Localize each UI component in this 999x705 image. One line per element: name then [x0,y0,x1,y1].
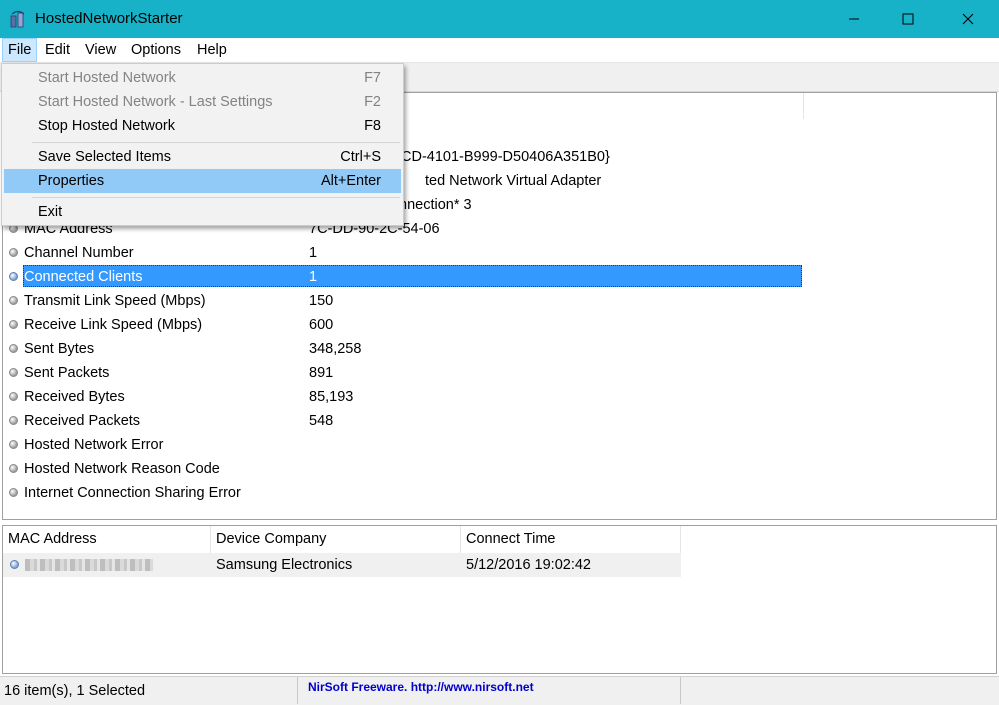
bullet-icon [9,344,18,353]
column-header-time[interactable]: Connect Time [461,526,681,553]
menu-separator [32,142,400,143]
bullet-icon [9,416,18,425]
app-icon [10,10,25,28]
bullet-icon [9,440,18,449]
property-name: Received Packets [24,413,141,429]
maximize-button[interactable] [881,0,935,38]
menu-item-save-selected[interactable]: Save Selected Items Ctrl+S [4,145,401,169]
menu-edit[interactable]: Edit [40,38,75,62]
menu-item-shortcut: F7 [364,70,381,86]
menu-item-start-hosted-network[interactable]: Start Hosted Network F7 [4,66,401,90]
property-value-partial: nnection* 3 [399,197,472,213]
property-row[interactable]: Hosted Network Error [3,433,995,457]
maximize-icon [902,13,914,25]
bullet-icon [9,464,18,473]
minimize-button[interactable] [827,0,881,38]
menu-bar: File Edit View Options Help [0,38,999,63]
property-value: 600 [309,317,334,333]
property-name: Connected Clients [24,269,143,285]
client-connect-time: 5/12/2016 19:02:42 [466,557,591,573]
menu-item-shortcut: Alt+Enter [320,173,381,189]
bullet-icon [9,320,18,329]
property-name: Channel Number [24,245,134,261]
bullet-icon [9,296,18,305]
menu-item-label: Start Hosted Network [38,70,176,86]
nirsoft-link[interactable]: NirSoft Freeware. http://www.nirsoft.net [308,677,534,697]
property-row[interactable]: Transmit Link Speed (Mbps) 150 [3,289,995,313]
menu-item-shortcut: Ctrl+S [340,149,381,165]
property-row[interactable]: Internet Connection Sharing Error [3,481,995,505]
client-company: Samsung Electronics [216,557,353,573]
menu-item-label: Start Hosted Network - Last Settings [38,94,273,110]
property-value-partial: ted Network Virtual Adapter [425,173,602,189]
property-value: 548 [309,413,334,429]
status-item-count: 16 item(s), 1 Selected [0,677,298,704]
menu-item-label: Stop Hosted Network [38,118,176,134]
property-row[interactable]: Received Bytes 85,193 [3,385,995,409]
menu-options[interactable]: Options [126,38,186,62]
bullet-icon [9,368,18,377]
column-header-company[interactable]: Device Company [211,526,461,553]
menu-file[interactable]: File [2,38,38,62]
menu-item-properties[interactable]: Properties Alt+Enter [4,169,401,193]
property-name: Hosted Network Error [24,437,164,453]
property-value: 348,258 [309,341,362,357]
property-row[interactable]: Hosted Network Reason Code [3,457,995,481]
menu-item-label: Properties [38,173,105,189]
minimize-icon [849,18,859,20]
property-value: 150 [309,293,334,309]
property-name: Hosted Network Reason Code [24,461,220,477]
menu-item-exit[interactable]: Exit [4,200,401,224]
bullet-icon [10,560,19,569]
file-menu-dropdown: Start Hosted Network F7 Start Hosted Net… [1,63,404,226]
column-header-mac[interactable]: MAC Address [3,526,211,553]
property-name: Internet Connection Sharing Error [24,485,241,501]
menu-item-label: Save Selected Items [38,149,171,165]
property-row[interactable]: Sent Bytes 348,258 [3,337,995,361]
property-row[interactable]: Receive Link Speed (Mbps) 600 [3,313,995,337]
property-name: Sent Packets [24,365,110,381]
window-title: HostedNetworkStarter [35,10,183,27]
client-mac-blurred [25,559,153,571]
menu-item-stop-hosted-network[interactable]: Stop Hosted Network F8 [4,114,401,138]
property-row[interactable]: Received Packets 548 [3,409,995,433]
close-icon [962,13,974,25]
property-row[interactable]: Sent Packets 891 [3,361,995,385]
property-value-partial: CD-4101-B999-D50406A351B0} [401,149,610,165]
bullet-icon [9,392,18,401]
menu-separator [32,197,400,198]
property-value: 1 [309,269,318,285]
close-button[interactable] [941,0,995,38]
bullet-icon [9,248,18,257]
menu-item-label: Exit [38,204,63,220]
client-row[interactable]: Samsung Electronics 5/12/2016 19:02:42 [3,553,681,577]
menu-help[interactable]: Help [192,38,232,62]
property-row[interactable]: Channel Number 1 [3,241,995,265]
property-value: 1 [309,245,318,261]
bullet-icon [9,272,18,281]
property-name: Received Bytes [24,389,125,405]
title-bar: HostedNetworkStarter [0,0,999,38]
clients-list-header: MAC Address Device Company Connect Time [3,526,683,553]
property-value: 891 [309,365,334,381]
property-name: Transmit Link Speed (Mbps) [24,293,206,309]
status-bar: 16 item(s), 1 Selected NirSoft Freeware.… [0,676,999,705]
property-name: Sent Bytes [24,341,95,357]
menu-view[interactable]: View [80,38,121,62]
property-row-selected[interactable]: Connected Clients 1 [3,265,995,289]
menu-item-shortcut: F2 [364,94,381,110]
column-separator [803,93,804,119]
menu-item-start-last-settings[interactable]: Start Hosted Network - Last Settings F2 [4,90,401,114]
clients-list[interactable]: MAC Address Device Company Connect Time … [2,525,997,674]
status-separator [680,677,681,704]
property-value: 85,193 [309,389,354,405]
property-name: Receive Link Speed (Mbps) [24,317,203,333]
menu-item-shortcut: F8 [364,118,381,134]
bullet-icon [9,488,18,497]
